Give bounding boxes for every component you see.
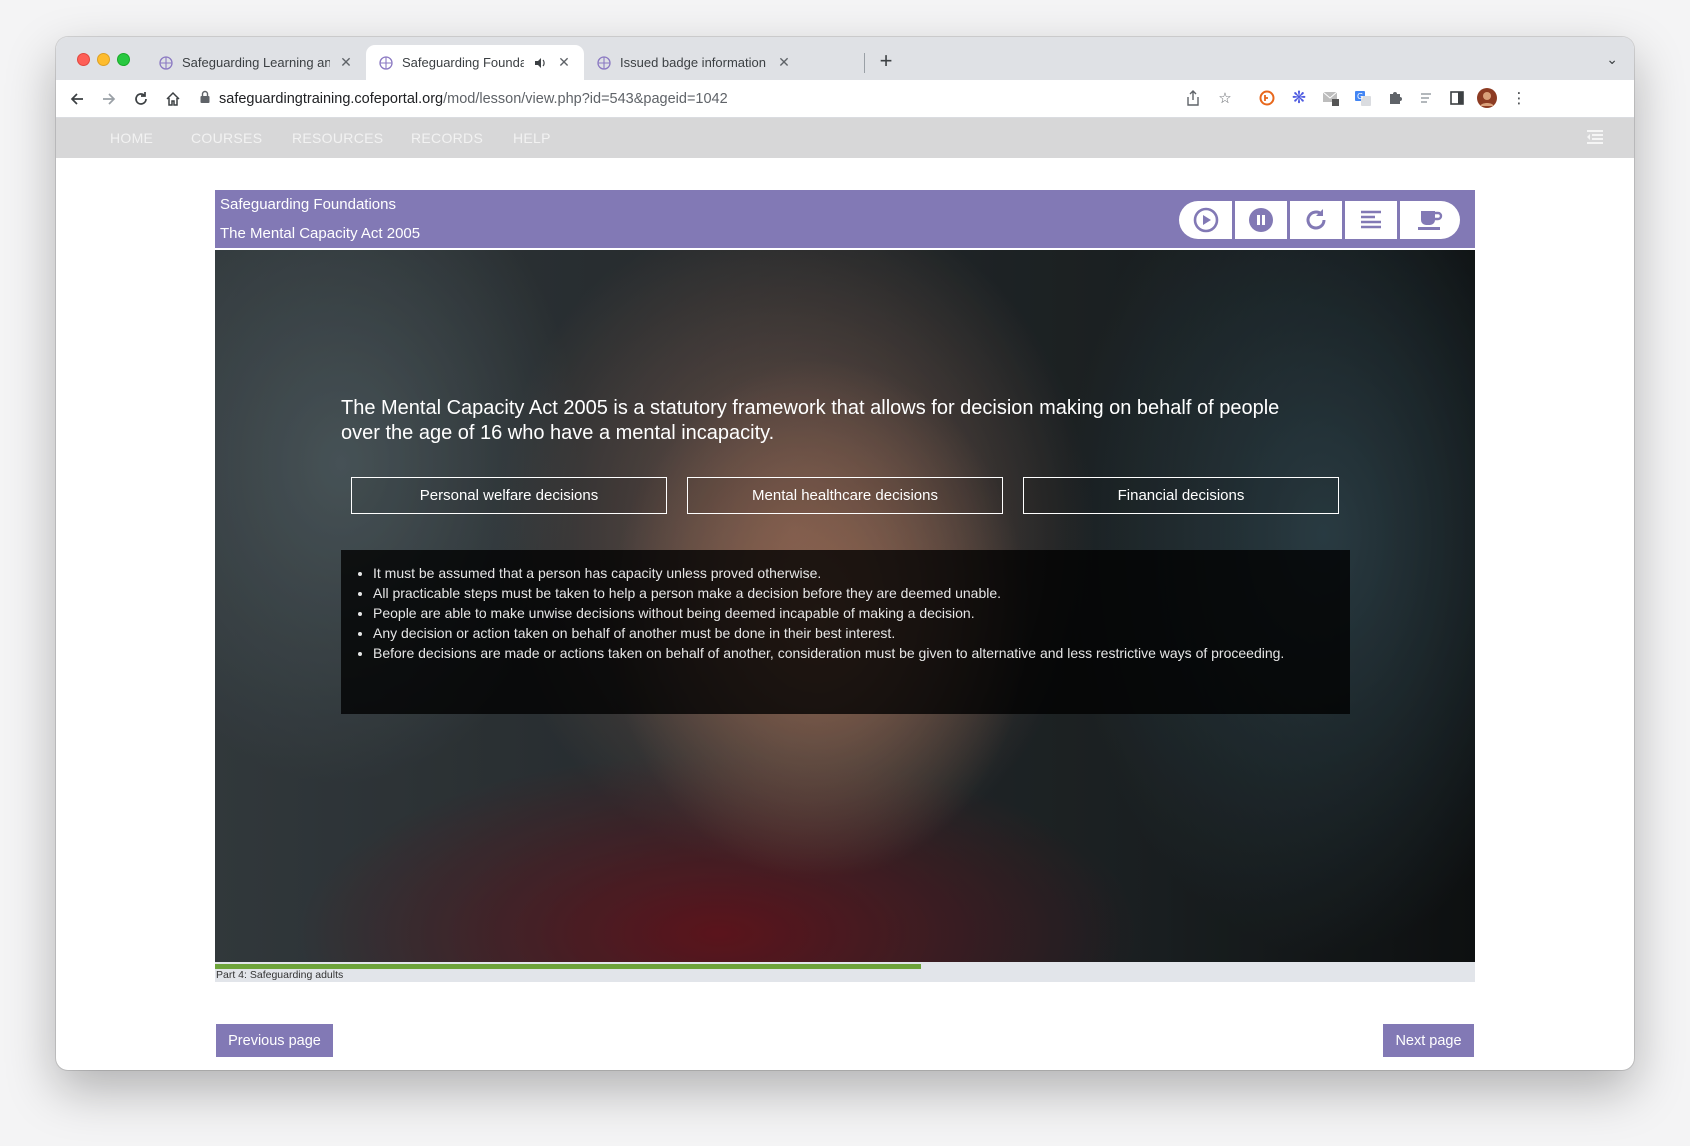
svg-text:G: G	[1357, 92, 1363, 101]
tab-separator	[864, 53, 865, 73]
list-item: All practicable steps must be taken to h…	[373, 583, 1330, 603]
play-button[interactable]	[1179, 201, 1232, 239]
nav-records[interactable]: RECORDS	[411, 130, 483, 146]
tab-title: Safeguarding Foundations	[402, 55, 524, 70]
share-icon[interactable]	[1183, 88, 1203, 108]
minimize-window-button[interactable]	[97, 53, 110, 66]
url-host: safeguardingtraining.cofeportal.org	[219, 91, 444, 107]
principles-list: It must be assumed that a person has cap…	[373, 563, 1330, 663]
nav-home[interactable]: HOME	[110, 130, 153, 146]
option-financial[interactable]: Financial decisions	[1023, 477, 1339, 514]
option-personal-welfare[interactable]: Personal welfare decisions	[351, 477, 667, 514]
transcript-icon	[1361, 210, 1381, 229]
browser-window: Safeguarding Learning and Dev ✕ Safeguar…	[56, 37, 1634, 1070]
restart-icon	[1306, 209, 1326, 230]
progress-bar: Part 4: Safeguarding adults	[215, 962, 1475, 982]
play-icon	[1193, 207, 1218, 233]
lock-icon	[199, 90, 211, 108]
extension-orange-icon[interactable]	[1257, 88, 1277, 108]
pause-icon	[1249, 208, 1273, 232]
nav-courses[interactable]: COURSES	[191, 130, 262, 146]
close-tab-icon[interactable]: ✕	[776, 54, 792, 71]
lesson-stage: The Mental Capacity Act 2005 is a statut…	[215, 250, 1475, 962]
intro-text: The Mental Capacity Act 2005 is a statut…	[341, 397, 1280, 444]
browser-toolbar: safeguardingtraining.cofeportal.org/mod/…	[56, 80, 1634, 118]
tab-strip: Safeguarding Learning and Dev ✕ Safeguar…	[56, 37, 1634, 80]
tab-title: Safeguarding Learning and Dev	[182, 55, 330, 70]
maximize-window-button[interactable]	[117, 53, 130, 66]
back-button[interactable]	[65, 87, 89, 111]
lesson-header: Safeguarding Foundations The Mental Capa…	[215, 190, 1475, 250]
reload-button[interactable]	[129, 87, 153, 111]
transcript-button[interactable]	[1345, 201, 1397, 239]
chevron-down-icon[interactable]: ⌄	[1606, 51, 1618, 68]
course-title: Safeguarding Foundations	[220, 196, 396, 213]
nav-resources[interactable]: RESOURCES	[292, 130, 383, 146]
avatar[interactable]	[1477, 88, 1497, 108]
home-button[interactable]	[161, 87, 185, 111]
extension-snowflake-icon[interactable]: ❋	[1289, 88, 1309, 108]
break-icon	[1418, 211, 1443, 230]
close-window-button[interactable]	[77, 53, 90, 66]
globe-icon	[158, 55, 174, 71]
progress-label: Part 4: Safeguarding adults	[216, 969, 344, 981]
globe-icon	[596, 55, 612, 71]
tab-issued-badge[interactable]: Issued badge information ✕	[584, 45, 804, 80]
site-navigation: HOME COURSES RESOURCES RECORDS HELP	[56, 118, 1634, 158]
break-button[interactable]	[1400, 201, 1460, 239]
forward-button[interactable]	[97, 87, 121, 111]
pause-button[interactable]	[1235, 201, 1287, 239]
side-panel-icon[interactable]	[1447, 88, 1467, 108]
lesson-title: The Mental Capacity Act 2005	[220, 225, 421, 242]
list-item: It must be assumed that a person has cap…	[373, 563, 1330, 583]
previous-page-button[interactable]: Previous page	[216, 1024, 333, 1057]
player-controls	[1176, 201, 1460, 239]
lesson-container: Safeguarding Foundations The Mental Capa…	[215, 190, 1475, 1057]
tab-safeguarding-foundations[interactable]: Safeguarding Foundations ✕	[366, 45, 584, 80]
restart-button[interactable]	[1290, 201, 1342, 239]
puzzle-icon[interactable]	[1385, 88, 1405, 108]
tab-safeguarding-learning[interactable]: Safeguarding Learning and Dev ✕	[146, 45, 366, 80]
close-tab-icon[interactable]: ✕	[556, 54, 572, 71]
star-icon[interactable]: ☆	[1215, 88, 1235, 108]
list-item: Before decisions are made or actions tak…	[373, 643, 1330, 663]
close-tab-icon[interactable]: ✕	[338, 54, 354, 71]
list-item: People are able to make unwise decisions…	[373, 603, 1330, 623]
mail-icon[interactable]	[1321, 88, 1341, 108]
list-item: Any decision or action taken on behalf o…	[373, 623, 1330, 643]
speaker-icon[interactable]	[532, 55, 548, 71]
drawer-toggle-icon[interactable]	[1586, 129, 1604, 150]
nav-help[interactable]: HELP	[513, 130, 551, 146]
new-tab-button[interactable]: +	[874, 49, 898, 73]
principles-panel: It must be assumed that a person has cap…	[341, 550, 1350, 714]
url-path: /mod/lesson/view.php?id=543&pageid=1042	[443, 91, 728, 107]
globe-icon	[378, 55, 394, 71]
next-page-button[interactable]: Next page	[1383, 1024, 1474, 1057]
tab-title: Issued badge information	[620, 55, 766, 70]
translate-icon[interactable]: G	[1353, 88, 1373, 108]
more-menu-icon[interactable]: ⋮	[1509, 88, 1529, 108]
reading-list-icon[interactable]	[1417, 88, 1437, 108]
option-mental-healthcare[interactable]: Mental healthcare decisions	[687, 477, 1003, 514]
